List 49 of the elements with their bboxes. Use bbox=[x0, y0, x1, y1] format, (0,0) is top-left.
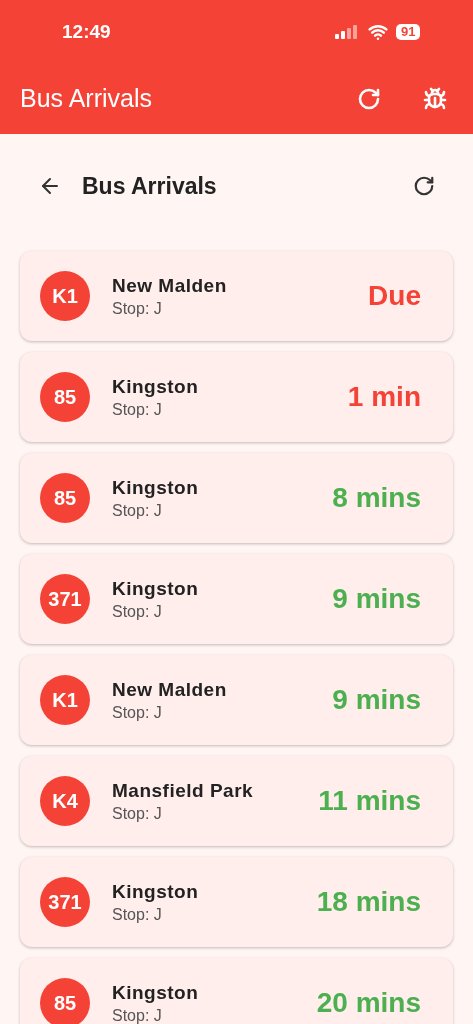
stop-label: Stop: J bbox=[112, 906, 163, 924]
destination: Kingston bbox=[112, 375, 200, 399]
arrival-time: 18 mins bbox=[316, 885, 421, 919]
arrival-time: 9 mins bbox=[332, 683, 421, 717]
arrival-time: Due bbox=[368, 279, 421, 313]
status-time: 12:49 bbox=[62, 19, 111, 44]
route-number: 85 bbox=[40, 372, 90, 422]
arrival-card[interactable]: K1 New Malden Stop: J Due bbox=[20, 251, 453, 341]
destination: Kingston bbox=[112, 880, 200, 904]
route-number: K4 bbox=[40, 776, 90, 826]
wifi-icon bbox=[368, 22, 388, 42]
stop-label: Stop: J bbox=[112, 502, 163, 520]
route-number: 85 bbox=[40, 473, 90, 523]
stop-label: Stop: J bbox=[112, 401, 163, 419]
bug-icon bbox=[423, 87, 447, 111]
route-number: 371 bbox=[40, 877, 90, 927]
destination: Kingston bbox=[112, 981, 200, 1005]
stop-label: Stop: J bbox=[112, 603, 163, 621]
battery-indicator: 91 bbox=[396, 24, 421, 40]
arrival-time: 11 mins bbox=[318, 784, 421, 818]
route-number: 371 bbox=[40, 574, 90, 624]
page-title: Bus Arrivals bbox=[82, 171, 218, 201]
route-number: 85 bbox=[40, 978, 90, 1024]
arrival-time: 20 mins bbox=[316, 986, 421, 1020]
destination: Kingston bbox=[112, 577, 200, 601]
app-bar-title: Bus Arrivals bbox=[20, 83, 153, 115]
destination: New Malden bbox=[112, 678, 228, 702]
arrival-time: 9 mins bbox=[332, 582, 421, 616]
arrival-card[interactable]: 85 Kingston Stop: J 8 mins bbox=[20, 453, 453, 543]
stop-label: Stop: J bbox=[112, 805, 163, 823]
stop-label: Stop: J bbox=[112, 300, 163, 318]
arrival-time: 1 min bbox=[347, 380, 421, 414]
destination: Mansfield Park bbox=[112, 779, 255, 803]
destination: New Malden bbox=[112, 274, 228, 298]
refresh-icon bbox=[413, 175, 435, 197]
arrival-card[interactable]: 371 Kingston Stop: J 9 mins bbox=[20, 554, 453, 644]
signal-icon bbox=[334, 25, 360, 39]
refresh-icon bbox=[357, 87, 381, 111]
arrival-card[interactable]: K4 Mansfield Park Stop: J 11 mins bbox=[20, 756, 453, 846]
arrival-card[interactable]: 85 Kingston Stop: J 1 min bbox=[20, 352, 453, 442]
arrival-card[interactable]: 85 Kingston Stop: J 20 mins bbox=[20, 958, 453, 1024]
route-number: K1 bbox=[40, 271, 90, 321]
arrival-card[interactable]: 371 Kingston Stop: J 18 mins bbox=[20, 857, 453, 947]
arrival-time: 8 mins bbox=[332, 481, 421, 515]
arrival-card[interactable]: K1 New Malden Stop: J 9 mins bbox=[20, 655, 453, 745]
destination: Kingston bbox=[112, 476, 200, 500]
stop-label: Stop: J bbox=[112, 1007, 163, 1024]
stop-label: Stop: J bbox=[112, 704, 163, 722]
route-number: K1 bbox=[40, 675, 90, 725]
